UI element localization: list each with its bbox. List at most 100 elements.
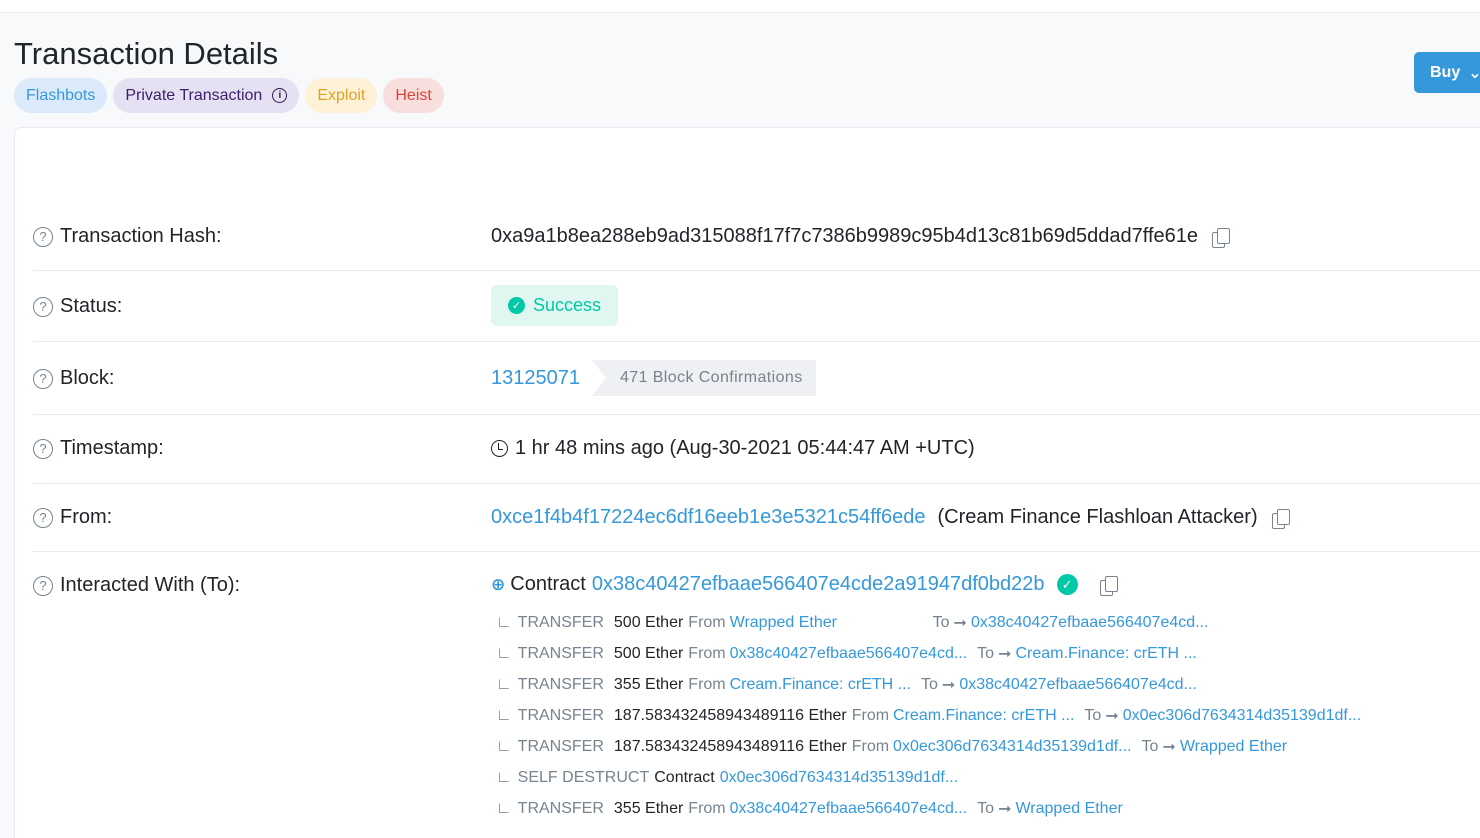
field-value: 0xce1f4b4f17224ec6df16eeb1e3e5321c54ff6e… [491,506,1290,529]
transfer-kind: TRANSFER [517,644,604,662]
help-icon[interactable]: ? [33,226,53,247]
field-label: ? Timestamp: [33,437,164,460]
tag-private-transaction[interactable]: Private Transaction i [113,78,300,113]
block-number-link[interactable]: 13125071 [491,367,580,390]
help-icon[interactable]: ? [33,296,53,317]
from-link[interactable]: Cream.Finance: crETH ... [893,707,1074,725]
tag-label: Exploit [317,86,366,104]
list-item: ∟ TRANSFER 500 Ether From 0x38c40427efba… [496,638,1361,669]
field-value: ✓ Success [491,285,619,326]
tag-flashbots[interactable]: Flashbots [14,78,108,113]
arrow-right-icon: ➞ [1162,738,1176,756]
contract-address-link[interactable]: 0x38c40427efbaae566407e4cde2a91947df0bd2… [592,573,1045,596]
field-value: ⊕ Contract 0x38c40427efbaae566407e4cde2a… [491,573,1118,596]
branch-icon: ∟ [496,737,512,755]
clock-icon [491,440,508,457]
to-link[interactable]: Wrapped Ether [1015,800,1122,818]
copy-icon[interactable] [1212,228,1231,248]
row-transaction-hash: ? Transaction Hash: 0xa9a1b8ea288eb9ad315… [33,203,1480,271]
to-label: To [977,644,995,662]
help-icon[interactable]: ? [33,575,53,596]
field-label: ? Block: [33,367,114,390]
arrow-right-icon: ➞ [941,676,956,694]
timestamp-text: 1 hr 48 mins ago (Aug-30-2021 05:44:47 A… [515,437,975,459]
status-text: Success [533,295,602,315]
field-value: 1 hr 48 mins ago (Aug-30-2021 05:44:47 A… [491,437,975,460]
from-label: From [688,644,726,662]
transfer-kind: TRANSFER [517,706,604,724]
from-link[interactable]: 0x0ec306d7634314d35139d1df... [893,738,1131,756]
tag-label: Private Transaction [125,86,263,104]
transfer-kind: TRANSFER [517,737,604,755]
help-icon[interactable]: ? [33,438,53,459]
from-label: From [851,737,890,755]
transfer-amount: Contract [654,768,715,786]
tag-label: Heist [395,86,432,104]
transfer-amount: 187.583432458943489116 Ether [613,737,847,755]
info-icon[interactable]: i [272,88,288,103]
tag-list: Flashbots Private Transaction i Exploit H… [14,78,444,113]
row-timestamp: ? Timestamp: 1 hr 48 mins ago (Aug-30-202… [33,415,1480,484]
buy-label: Buy [1430,63,1461,81]
to-link[interactable]: Cream.Finance: crETH ... [1015,645,1196,663]
arrow-right-icon: ➞ [998,645,1012,663]
field-label: ? Status: [33,295,122,318]
branch-icon: ∟ [496,613,512,631]
to-link[interactable]: 0x0ec306d7634314d35139d1df... [1123,707,1361,725]
arrow-right-icon: ➞ [953,614,967,632]
label-text: Interacted With (To): [60,574,241,596]
from-name-tag: (Cream Finance Flashloan Attacker) [937,506,1258,528]
from-link[interactable]: Cream.Finance: crETH ... [730,676,911,694]
to-label: To [932,613,950,631]
copy-icon[interactable] [1099,576,1118,596]
to-label: To [1141,737,1159,755]
buy-button[interactable]: Buy ⌄ [1414,52,1480,93]
list-item: ∟ SELF DESTRUCT Contract 0x0ec306d763431… [496,762,1361,793]
branch-icon: ∟ [496,768,512,786]
field-value: 0xa9a1b8ea288eb9ad315088f17f7c7386b9989c… [491,225,1231,248]
help-icon[interactable]: ? [33,368,53,389]
transfer-amount: 355 Ether [613,799,684,817]
from-link[interactable]: Wrapped Ether [730,614,933,632]
transfer-kind: SELF DESTRUCT [517,768,650,786]
transfer-amount: 355 Ether [613,675,684,693]
list-item: ∟ TRANSFER 355 Ether From 0x38c40427efba… [496,793,1361,824]
from-link[interactable]: 0x38c40427efbaae566407e4cd... [730,645,968,663]
block-confirmations: 471 Block Confirmations [591,360,816,396]
to-link[interactable]: 0x38c40427efbaae566407e4cd... [971,614,1209,632]
label-text: Timestamp: [60,437,164,459]
to-label: To [921,675,938,693]
arrow-right-icon: ➞ [998,800,1012,818]
verified-check-icon: ✓ [1056,574,1078,595]
to-label: To [1084,706,1102,724]
to-link[interactable]: Wrapped Ether [1180,738,1287,756]
top-bar [0,0,1480,13]
row-status: ? Status: ✓ Success [33,271,1480,342]
transfer-kind: TRANSFER [517,675,604,693]
from-link[interactable]: 0x38c40427efbaae566407e4cd... [730,800,968,818]
field-value: 13125071 471 Block Confirmations [491,360,816,396]
internal-transfer-list: ∟ TRANSFER 500 Ether From Wrapped Ether … [496,607,1361,824]
arrow-right-icon: ➞ [1105,707,1119,725]
from-link[interactable]: 0x0ec306d7634314d35139d1df... [720,769,958,787]
tag-heist[interactable]: Heist [383,78,444,113]
row-block: ? Block: 13125071 471 Block Confirmations [33,342,1480,415]
check-circle-icon: ✓ [508,297,525,314]
field-label: ? Transaction Hash: [33,225,222,248]
help-icon[interactable]: ? [33,507,53,528]
zoom-in-icon[interactable]: ⊕ [491,575,505,595]
transfer-amount: 187.583432458943489116 Ether [613,706,847,724]
branch-icon: ∟ [496,675,512,693]
field-label: ? From: [33,506,112,529]
copy-icon[interactable] [1271,509,1290,529]
branch-icon: ∟ [496,799,512,817]
list-item: ∟ TRANSFER 500 Ether From Wrapped Ether … [496,607,1361,638]
branch-icon: ∟ [496,706,512,724]
from-address-link[interactable]: 0xce1f4b4f17224ec6df16eeb1e3e5321c54ff6e… [491,506,925,529]
contract-prefix: Contract [510,573,586,595]
tag-exploit[interactable]: Exploit [305,78,378,113]
list-item: ∟ TRANSFER 187.583432458943489116 Ether … [496,731,1361,762]
transfer-amount: 500 Ether [613,644,684,662]
to-link[interactable]: 0x38c40427efbaae566407e4cd... [959,676,1197,694]
field-label: ? Interacted With (To): [33,574,240,597]
